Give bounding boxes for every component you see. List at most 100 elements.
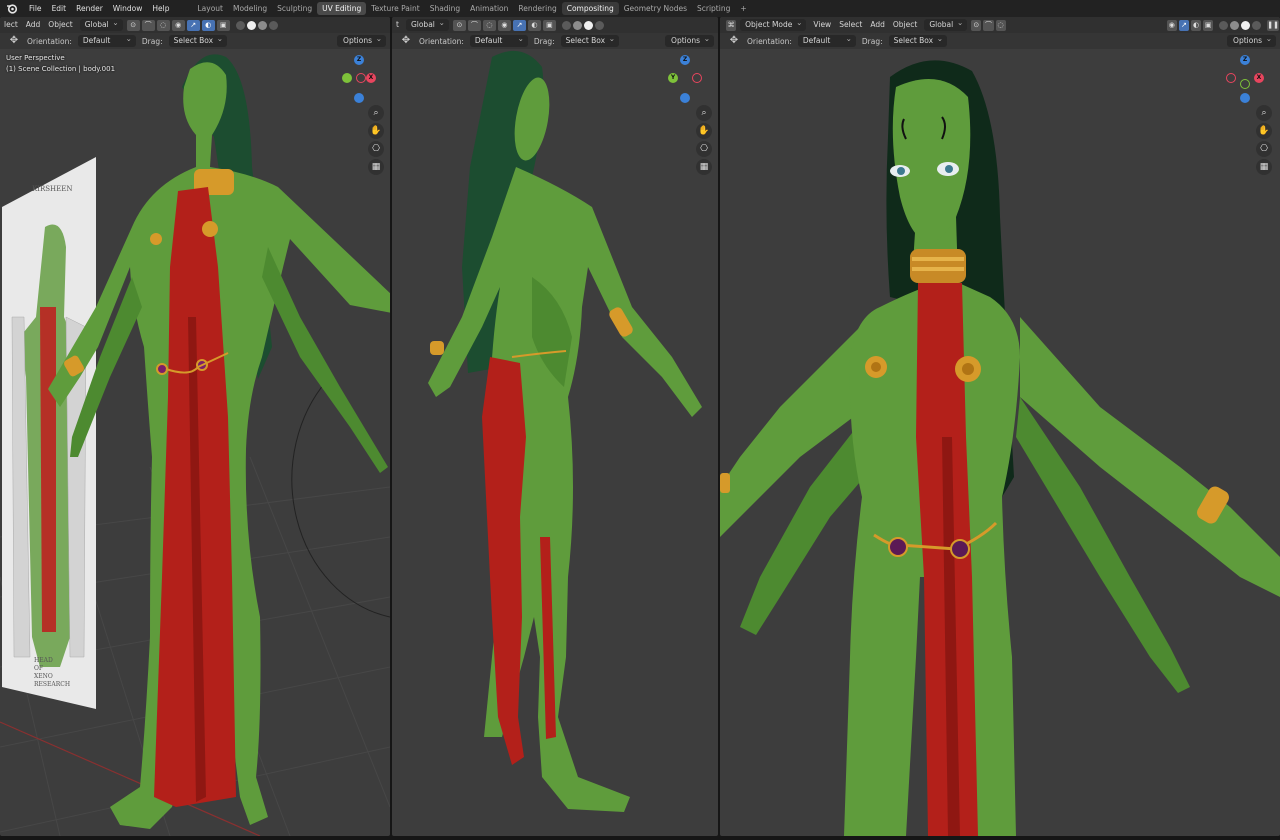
drag-dropdown[interactable]: Select Box xyxy=(168,33,228,47)
xray-icon[interactable]: ▣ xyxy=(216,19,230,31)
wireframe-shading-icon[interactable] xyxy=(561,20,571,30)
proportional-icon[interactable]: ◌ xyxy=(482,19,496,31)
gizmo-icon[interactable]: ↗ xyxy=(512,19,526,31)
navigation-gizmo[interactable]: Z Y xyxy=(664,55,708,107)
tab-geometry-nodes[interactable]: Geometry Nodes xyxy=(619,2,692,15)
tab-layout[interactable]: Layout xyxy=(192,2,228,15)
move-icon[interactable]: ✥ xyxy=(8,35,20,47)
view-menu[interactable]: View xyxy=(809,17,835,33)
viewport-right[interactable]: ⌘ Object Mode View Select Add Object Glo… xyxy=(720,17,1280,836)
menu-help[interactable]: Help xyxy=(147,0,174,17)
camera-icon[interactable]: ⎔ xyxy=(368,141,384,157)
overlay-icon[interactable]: ◐ xyxy=(1190,19,1202,31)
gizmo-icon[interactable]: ↗ xyxy=(186,19,200,31)
hand-icon[interactable]: ✋ xyxy=(696,123,712,139)
snap-icon[interactable]: ⌒ xyxy=(467,19,481,31)
grid-icon[interactable]: ▦ xyxy=(1256,159,1272,175)
drag-dropdown[interactable]: Select Box xyxy=(888,33,948,47)
rendered-shading-icon[interactable] xyxy=(268,20,278,30)
gizmo-neg-z-axis[interactable] xyxy=(354,93,364,103)
menu-file[interactable]: File xyxy=(24,0,47,17)
gizmo-icon[interactable]: ↗ xyxy=(1178,19,1189,31)
gizmo-x-axis[interactable] xyxy=(692,73,702,83)
gizmo-neg-z-axis[interactable] xyxy=(1240,93,1250,103)
hand-icon[interactable]: ✋ xyxy=(1256,123,1272,139)
add-menu[interactable]: Add xyxy=(866,17,889,33)
snap-icon[interactable]: ⌒ xyxy=(141,19,155,31)
solid-shading-icon[interactable] xyxy=(572,20,582,30)
gizmo-x-axis[interactable]: X xyxy=(366,73,376,83)
visibility-icon[interactable]: ◉ xyxy=(1166,19,1177,31)
tab-animation[interactable]: Animation xyxy=(465,2,513,15)
xray-icon[interactable]: ▣ xyxy=(542,19,556,31)
select-menu[interactable]: Select xyxy=(835,17,866,33)
drag-dropdown[interactable]: Select Box xyxy=(560,33,620,47)
viewport-left[interactable]: lect Add Object Global ⊙ ⌒ ◌ ◉ ↗ ◐ ▣ ✥ O… xyxy=(0,17,390,836)
material-shading-icon[interactable] xyxy=(257,20,267,30)
gizmo-neg-x-axis[interactable] xyxy=(1226,73,1236,83)
tab-sculpting[interactable]: Sculpting xyxy=(272,2,317,15)
object-menu[interactable]: Object xyxy=(44,17,76,33)
navigation-gizmo[interactable]: Z X xyxy=(1224,55,1268,107)
hand-icon[interactable]: ✋ xyxy=(368,123,384,139)
tab-shading[interactable]: Shading xyxy=(425,2,465,15)
editor-type-icon[interactable]: ⌘ xyxy=(726,19,737,31)
gizmo-y-axis[interactable] xyxy=(1240,79,1250,89)
solid-shading-icon[interactable] xyxy=(1230,20,1240,30)
xray-icon[interactable]: ▣ xyxy=(1203,19,1214,31)
gizmo-neg-x-axis[interactable] xyxy=(356,73,366,83)
transform-orientation-dropdown[interactable]: Global xyxy=(924,17,968,31)
tab-modeling[interactable]: Modeling xyxy=(228,2,272,15)
gizmo-z-axis[interactable]: Z xyxy=(1240,55,1250,65)
pivot-icon[interactable]: ⊙ xyxy=(971,19,982,31)
gizmo-z-axis[interactable]: Z xyxy=(680,55,690,65)
menu-render[interactable]: Render xyxy=(71,0,108,17)
transform-orientation-dropdown[interactable]: Global xyxy=(405,17,449,31)
add-menu[interactable]: Add xyxy=(22,17,45,33)
select-menu[interactable]: t xyxy=(392,17,403,33)
gizmo-z-axis[interactable]: Z xyxy=(354,55,364,65)
orientation-dropdown[interactable]: Default xyxy=(469,33,528,47)
pause-icon[interactable]: ❚❚ xyxy=(1267,19,1279,31)
orientation-dropdown[interactable]: Default xyxy=(797,33,856,47)
tab-scripting[interactable]: Scripting xyxy=(692,2,735,15)
gizmo-y-axis[interactable]: Y xyxy=(668,73,678,83)
move-icon[interactable]: ✥ xyxy=(400,35,412,47)
options-dropdown[interactable]: Options xyxy=(665,33,714,47)
object-menu[interactable]: Object xyxy=(889,17,921,33)
proportional-icon[interactable]: ◌ xyxy=(995,19,1006,31)
material-shading-icon[interactable] xyxy=(1241,20,1251,30)
tab-compositing[interactable]: Compositing xyxy=(561,2,619,15)
pivot-icon[interactable]: ⊙ xyxy=(126,19,140,31)
move-icon[interactable]: ✥ xyxy=(728,35,740,47)
rendered-shading-icon[interactable] xyxy=(594,20,604,30)
visibility-icon[interactable]: ◉ xyxy=(497,19,511,31)
tab-texture-paint[interactable]: Texture Paint xyxy=(366,2,424,15)
tab-uv-editing[interactable]: UV Editing xyxy=(317,2,367,15)
gizmo-x-axis[interactable]: X xyxy=(1254,73,1264,83)
pivot-icon[interactable]: ⊙ xyxy=(452,19,466,31)
grid-icon[interactable]: ▦ xyxy=(368,159,384,175)
blender-logo-icon[interactable] xyxy=(5,3,19,15)
visibility-icon[interactable]: ◉ xyxy=(171,19,185,31)
menu-edit[interactable]: Edit xyxy=(47,0,72,17)
transform-orientation-dropdown[interactable]: Global xyxy=(79,17,123,31)
orientation-dropdown[interactable]: Default xyxy=(77,33,136,47)
menu-window[interactable]: Window xyxy=(108,0,148,17)
proportional-icon[interactable]: ◌ xyxy=(156,19,170,31)
wireframe-shading-icon[interactable] xyxy=(235,20,245,30)
options-dropdown[interactable]: Options xyxy=(1227,33,1276,47)
zoom-icon[interactable]: ⌕ xyxy=(1256,105,1272,121)
add-workspace-button[interactable]: + xyxy=(735,4,751,13)
rendered-shading-icon[interactable] xyxy=(1252,20,1262,30)
tab-rendering[interactable]: Rendering xyxy=(513,2,561,15)
snap-icon[interactable]: ⌒ xyxy=(983,19,994,31)
options-dropdown[interactable]: Options xyxy=(337,33,386,47)
zoom-icon[interactable]: ⌕ xyxy=(368,105,384,121)
zoom-icon[interactable]: ⌕ xyxy=(696,105,712,121)
gizmo-y-axis[interactable] xyxy=(342,73,352,83)
mode-dropdown[interactable]: Object Mode xyxy=(740,17,807,31)
overlay-icon[interactable]: ◐ xyxy=(201,19,215,31)
viewport-middle[interactable]: t Global ⊙ ⌒ ◌ ◉ ↗ ◐ ▣ ✥ Orientation: De… xyxy=(392,17,718,836)
camera-icon[interactable]: ⎔ xyxy=(696,141,712,157)
